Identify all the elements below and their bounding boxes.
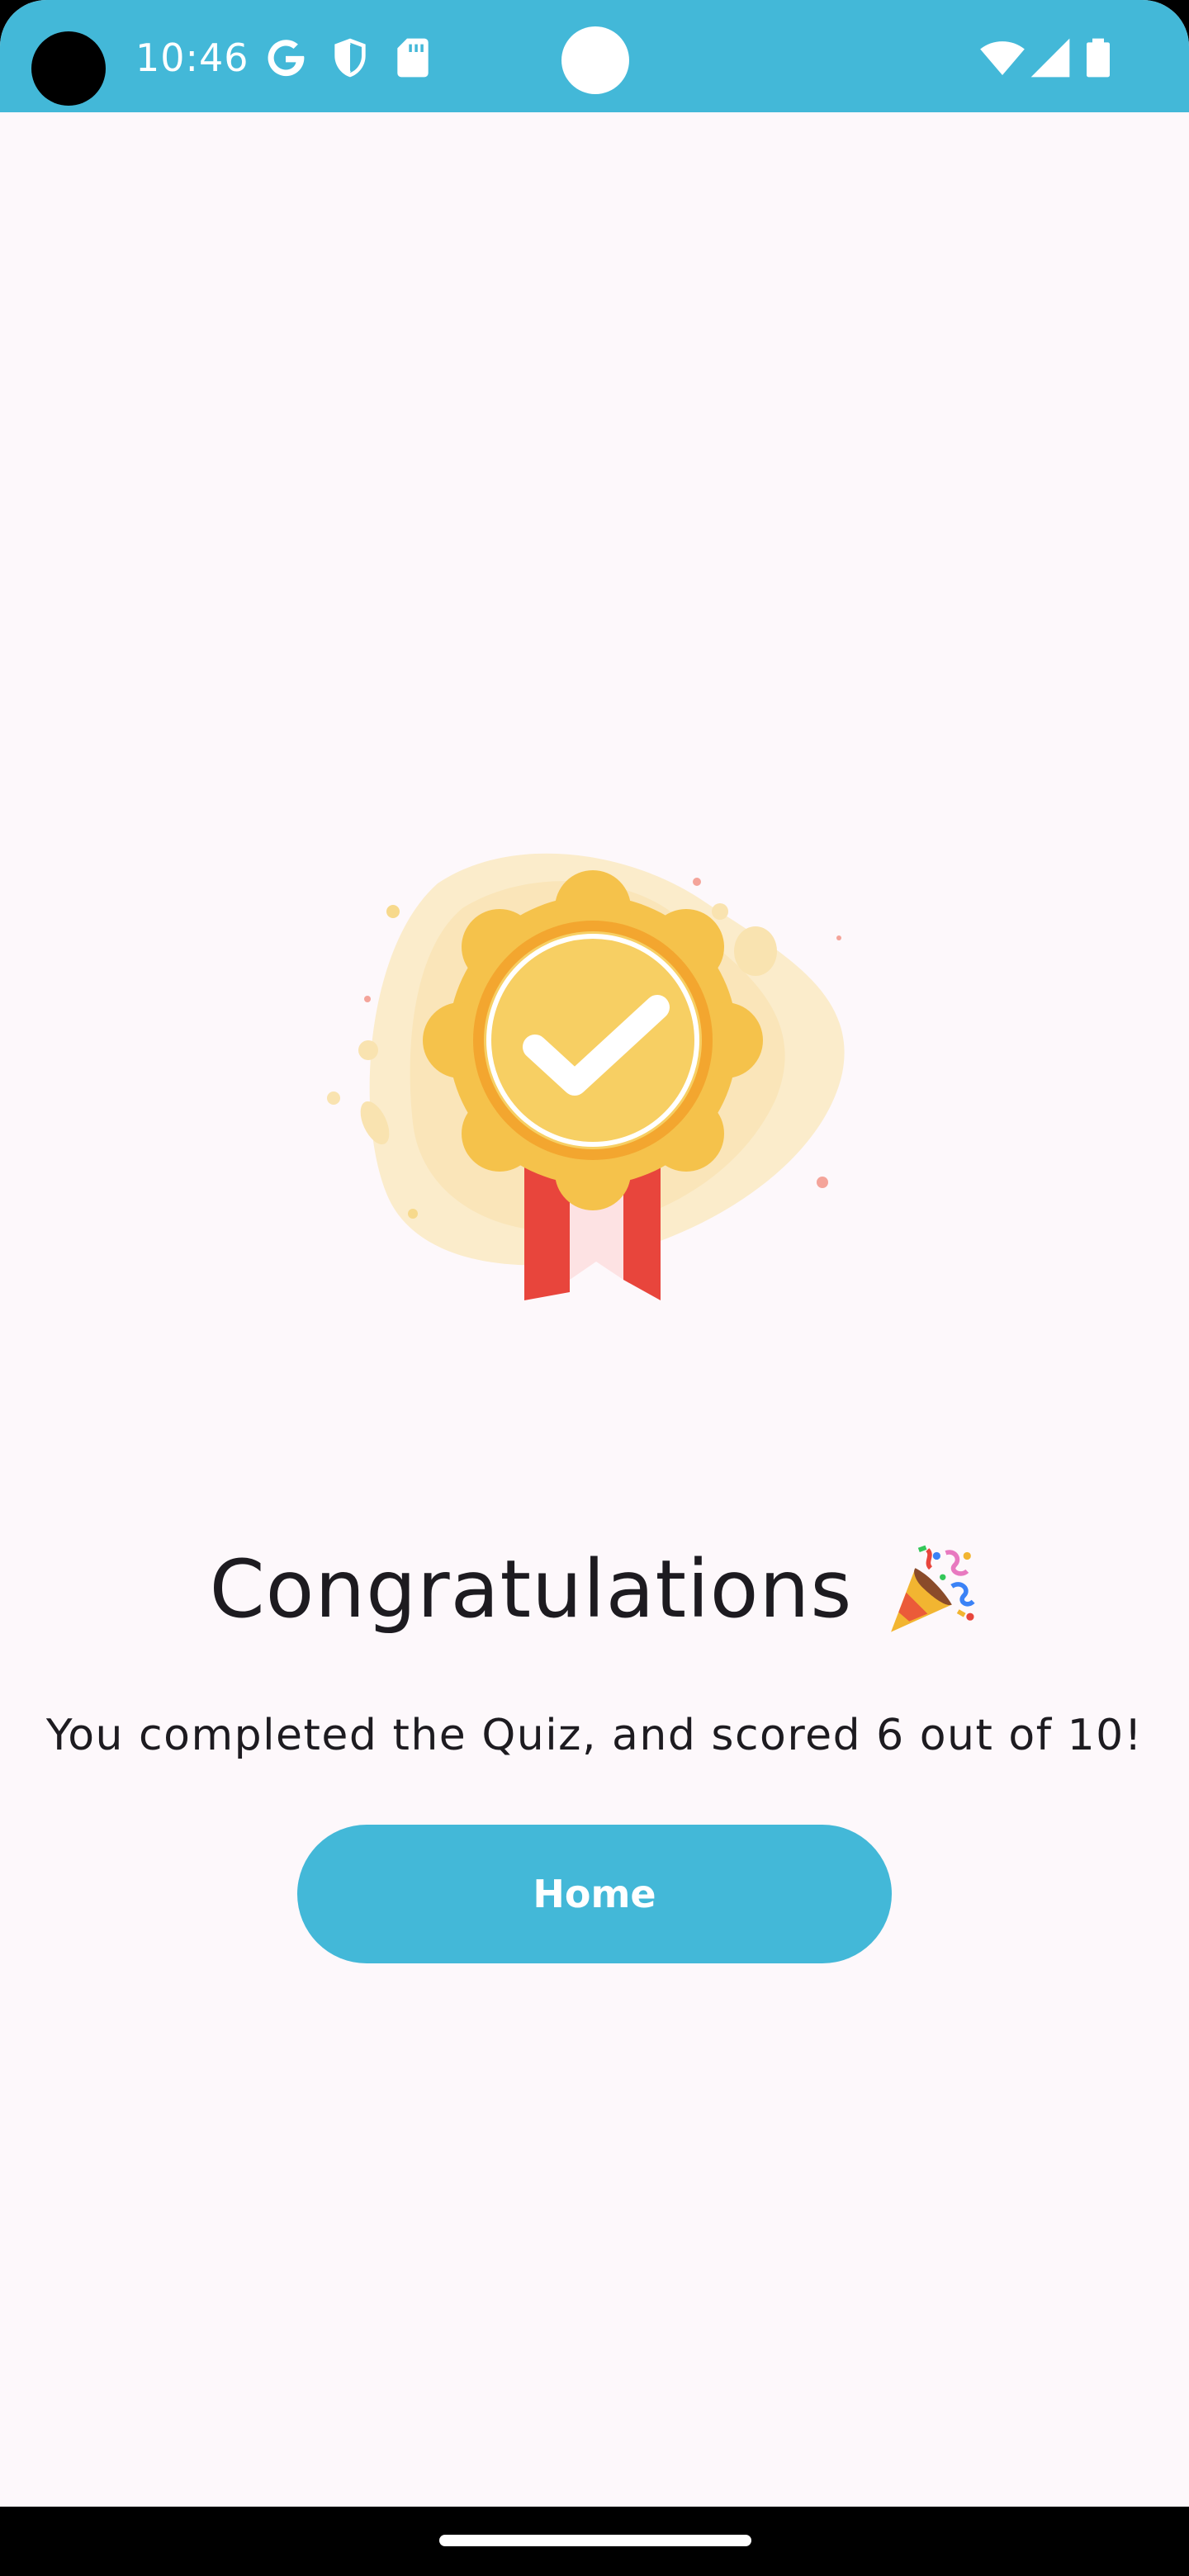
shield-icon: [334, 38, 366, 78]
home-button[interactable]: Home: [297, 1825, 892, 1963]
title-row: Congratulations: [0, 1536, 1189, 1643]
party-popper-icon: [891, 1545, 975, 1632]
home-gesture-handle[interactable]: [439, 2535, 751, 2546]
signal-icon: [1030, 38, 1070, 78]
quiz-result-screen: 10:46 Congratulations You completed the …: [0, 0, 1189, 2576]
google-icon: [268, 40, 305, 77]
medal-check-icon: [327, 853, 845, 1300]
wifi-icon: [980, 41, 1025, 75]
status-bar: 10:46: [0, 0, 1189, 112]
front-sensor: [561, 26, 629, 94]
score-message: You completed the Quiz, and scored 6 out…: [45, 1711, 1144, 1760]
sd-card-icon: [397, 38, 429, 78]
battery-icon: [1087, 38, 1110, 78]
camera-cutout: [31, 31, 106, 106]
page-title: Congratulations: [209, 1543, 853, 1636]
status-time: 10:46: [135, 36, 249, 80]
navigation-bar: [0, 2507, 1189, 2576]
